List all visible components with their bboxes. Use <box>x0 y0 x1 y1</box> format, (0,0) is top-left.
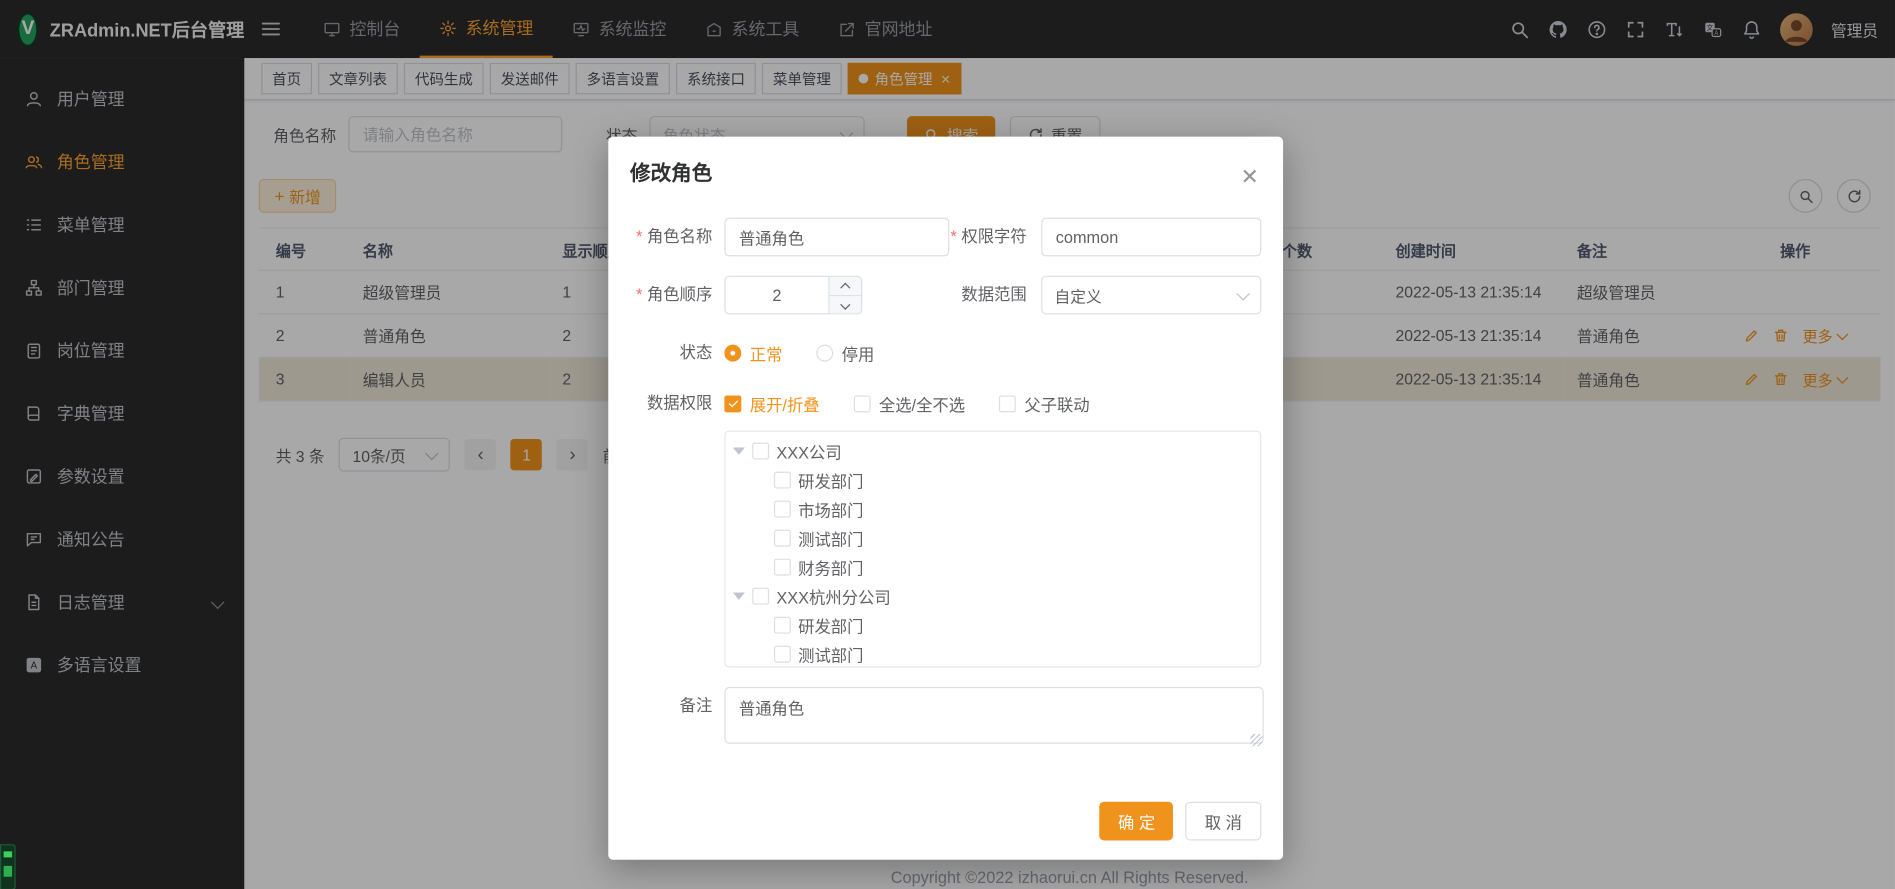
tree-node-label: 财务部门 <box>798 555 863 579</box>
tree-node[interactable]: 研发部门 <box>726 466 1261 495</box>
parent-child-link-label: 父子联动 <box>1024 392 1089 416</box>
role-name-label: 角色名称 <box>630 218 724 257</box>
role-order-value: 2 <box>726 277 829 313</box>
select-all-label: 全选/全不选 <box>879 392 965 416</box>
parent-child-link-checkbox[interactable]: 父子联动 <box>999 387 1090 421</box>
checkbox[interactable] <box>752 443 769 460</box>
checkbox[interactable] <box>752 588 769 605</box>
tree-node[interactable]: 市场部门 <box>726 495 1261 524</box>
checkbox[interactable] <box>774 646 791 663</box>
increase-button[interactable] <box>830 277 861 296</box>
remark-textarea[interactable]: 普通角色 <box>724 687 1263 744</box>
tree-node[interactable]: 研发部门 <box>726 611 1261 640</box>
number-spinner <box>828 277 861 313</box>
checkbox[interactable] <box>774 559 791 576</box>
data-scope-label: 数据范围 <box>949 276 1041 315</box>
data-scope-select[interactable]: 自定义 <box>1041 276 1261 315</box>
cancel-button[interactable]: 取 消 <box>1185 802 1261 841</box>
checkbox <box>853 395 870 412</box>
tree-node[interactable]: 测试部门 <box>726 524 1261 553</box>
data-permission-label: 数据权限 <box>630 387 724 421</box>
edit-role-dialog: 修改角色 ✕ 角色名称 权限字符 角色顺序 2 数据范围 <box>608 137 1283 860</box>
checkbox[interactable] <box>774 472 791 489</box>
tree-node-label: XXX公司 <box>776 439 841 463</box>
role-key-input[interactable] <box>1041 218 1261 257</box>
status-normal-radio[interactable]: 正常 <box>724 334 782 373</box>
tree-node-label: 研发部门 <box>798 613 863 637</box>
caret-down-icon[interactable] <box>733 593 745 600</box>
resize-handle[interactable] <box>1250 734 1262 746</box>
radio-dot <box>816 345 833 362</box>
expand-collapse-checkbox[interactable]: 展开/折叠 <box>724 387 819 421</box>
expand-collapse-label: 展开/折叠 <box>750 392 820 416</box>
remark-label: 备注 <box>630 687 724 726</box>
chevron-down-icon <box>1236 286 1250 300</box>
decrease-button[interactable] <box>830 296 861 314</box>
role-key-label: 权限字符 <box>949 218 1041 257</box>
checkbox[interactable] <box>774 501 791 518</box>
role-order-label: 角色顺序 <box>630 276 724 315</box>
app-root: V ZRAdmin.NET后台管理 控制台 系统管理 系统监控 系统工具 <box>0 0 1895 889</box>
tree-node[interactable]: XXX公司 <box>726 437 1261 466</box>
checkbox[interactable] <box>774 617 791 634</box>
dialog-body: 角色名称 权限字符 角色顺序 2 数据范围 自定义 <box>630 218 1261 748</box>
status-disabled-radio[interactable]: 停用 <box>816 334 874 373</box>
tree-node-label: XXX杭州分公司 <box>776 584 890 608</box>
select-all-checkbox[interactable]: 全选/全不选 <box>853 387 965 421</box>
status-disabled-label: 停用 <box>842 341 875 365</box>
tree-node-label: 市场部门 <box>798 497 863 521</box>
checkbox <box>724 395 741 412</box>
data-scope-value: 自定义 <box>1055 284 1229 307</box>
caret-down-icon[interactable] <box>733 447 745 454</box>
tree-node[interactable]: 财务部门 <box>726 553 1261 582</box>
radio-dot <box>724 345 741 362</box>
tree-node[interactable]: XXX杭州分公司 <box>726 582 1261 611</box>
role-name-input[interactable] <box>724 218 949 257</box>
checkbox[interactable] <box>774 530 791 547</box>
tree-node-label: 测试部门 <box>798 526 863 550</box>
checkbox <box>999 395 1016 412</box>
status-normal-label: 正常 <box>750 341 783 365</box>
tree-node[interactable]: 测试部门 <box>726 640 1261 668</box>
dialog-title: 修改角色 <box>630 156 1261 186</box>
role-order-input[interactable]: 2 <box>724 276 862 315</box>
tree-node-label: 研发部门 <box>798 468 863 492</box>
close-icon[interactable]: ✕ <box>1241 166 1259 188</box>
corner-widget[interactable] <box>0 844 16 889</box>
permission-tree: XXX公司 研发部门 市场部门 测试部门 财务部门 XXX杭州分公司 研发部门 … <box>724 431 1261 668</box>
dialog-footer: 确 定 取 消 <box>1100 802 1261 841</box>
status-label: 状态 <box>630 334 724 373</box>
confirm-button[interactable]: 确 定 <box>1100 802 1173 841</box>
tree-node-label: 测试部门 <box>798 642 863 666</box>
